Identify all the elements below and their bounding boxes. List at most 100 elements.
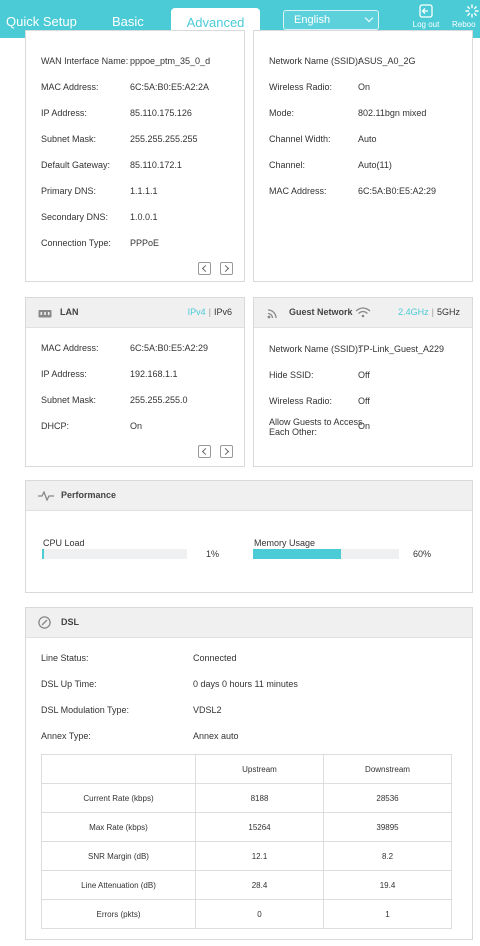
performance-title: Performance [61, 490, 117, 500]
next-page-button[interactable] [220, 445, 233, 458]
cpu-load-fill [42, 549, 44, 559]
table-cell: 0 [195, 899, 324, 929]
table-cell: Line Attenuation (dB) [41, 870, 196, 900]
info-label: Each Other: [269, 427, 318, 437]
prev-page-button[interactable] [198, 262, 211, 275]
next-page-button[interactable] [220, 262, 233, 275]
tab-ipv4[interactable]: IPv4 [188, 307, 206, 317]
cpu-load-value: 1% [206, 549, 220, 559]
table-header-row: Upstream Downstream [41, 754, 452, 784]
table-header [41, 754, 196, 784]
memory-usage-label: Memory Usage [254, 538, 316, 548]
info-label: Network Name (SSID): [269, 56, 361, 66]
table-cell: 39895 [323, 812, 452, 842]
table-cell: SNR Margin (dB) [41, 841, 196, 871]
band-toggle: 2.4GHz | 5GHz [398, 307, 460, 317]
language-value: English [294, 14, 331, 26]
info-value: 255.255.255.255 [130, 134, 198, 144]
cpu-load-bar [42, 549, 187, 559]
logout-icon [419, 4, 433, 18]
info-label: Channel Width: [269, 134, 331, 144]
memory-usage-value: 60% [413, 549, 432, 559]
info-label: MAC Address: [269, 186, 327, 196]
tab-5ghz[interactable]: 5GHz [437, 307, 460, 317]
wifi-icon [355, 307, 371, 318]
info-value: 0 days 0 hours 11 minutes [193, 679, 298, 689]
performance-card-header: Performance [26, 481, 472, 511]
info-label: IP Address: [41, 108, 87, 118]
info-value: On [130, 421, 143, 431]
signal-icon [267, 309, 277, 319]
table-row: Current Rate (kbps) 8188 28536 [41, 783, 452, 813]
dsl-stats-table: Upstream Downstream Current Rate (kbps) … [41, 754, 452, 929]
info-label: Connection Type: [41, 238, 111, 248]
lan-title: LAN [60, 307, 79, 317]
table-cell: 19.4 [323, 870, 452, 900]
info-value: 6C:5A:B0:E5:A2:29 [130, 343, 209, 353]
table-header: Upstream [195, 754, 324, 784]
info-value: On [358, 421, 371, 431]
info-label: Wireless Radio: [269, 82, 333, 92]
logout-label: Log out [412, 20, 440, 29]
info-label: Mode: [269, 108, 295, 118]
info-value: 6C:5A:B0:E5:A2:2A [130, 82, 210, 92]
table-header: Downstream [323, 754, 452, 784]
info-value: pppoe_ptm_35_0_d [130, 56, 211, 66]
table-cell: 12.1 [195, 841, 324, 871]
table-row: SNR Margin (dB) 12.1 8.2 [41, 841, 452, 871]
table-cell: 8.2 [323, 841, 452, 871]
guest-card-header: Guest Network 2.4GHz | 5GHz [254, 298, 472, 328]
table-row: Line Attenuation (dB) 28.4 19.4 [41, 870, 452, 900]
info-label: Network Name (SSID): [269, 344, 361, 354]
cpu-load-label: CPU Load [43, 538, 85, 548]
performance-card: Performance [25, 480, 473, 593]
info-label: Allow Guests to Access [269, 417, 363, 427]
dsl-title: DSL [61, 617, 79, 627]
table-cell: 8188 [195, 783, 324, 813]
reboot-button[interactable]: Reboo [452, 4, 480, 29]
chevron-down-icon [364, 13, 374, 23]
table-cell: 28.4 [195, 870, 324, 900]
info-value: Auto(11) [358, 160, 392, 170]
info-label: DHCP: [41, 421, 70, 431]
info-value: VDSL2 [193, 705, 222, 715]
tab-2-4ghz[interactable]: 2.4GHz [398, 307, 429, 317]
info-label: DSL Up Time: [41, 679, 97, 689]
info-value: 85.110.172.1 [130, 160, 182, 170]
info-label: DSL Modulation Type: [41, 705, 130, 715]
info-label: WAN Interface Name: [41, 56, 129, 66]
table-cell: Current Rate (kbps) [41, 783, 196, 813]
info-value: 85.110.175.126 [130, 108, 192, 118]
dsl-card-header: DSL [26, 608, 472, 638]
info-value: Connected [193, 653, 237, 663]
logout-button[interactable]: Log out [406, 4, 446, 29]
info-label: Line Status: [41, 653, 89, 663]
info-value: 6C:5A:B0:E5:A2:29 [358, 186, 437, 196]
tab-ipv6[interactable]: IPv6 [214, 307, 232, 317]
info-label: Subnet Mask: [41, 134, 97, 144]
info-label: Secondary DNS: [41, 212, 109, 222]
gauge-icon [38, 616, 51, 629]
info-value: Off [358, 396, 370, 406]
reboot-icon [465, 4, 479, 18]
info-value: PPPoE [130, 238, 160, 248]
tab-separator: | [208, 307, 211, 317]
prev-page-button[interactable] [198, 445, 211, 458]
info-label: Channel: [269, 160, 306, 170]
memory-usage-bar [253, 549, 399, 559]
info-value: Off [358, 370, 370, 380]
info-value: TP-Link_Guest_A229 [358, 344, 445, 354]
info-label: Hide SSID: [269, 370, 314, 380]
guest-title: Guest Network [289, 307, 353, 317]
lan-card: LAN IPv4 | IPv6 [25, 297, 245, 467]
info-label: Default Gateway: [41, 160, 111, 170]
table-cell: 15264 [195, 812, 324, 842]
info-label: MAC Address: [41, 82, 99, 92]
language-select[interactable]: English [283, 10, 379, 30]
table-cell: Errors (pkts) [41, 899, 196, 929]
ip-version-toggle: IPv4 | IPv6 [188, 307, 232, 317]
tab-separator: | [431, 307, 434, 317]
info-value: On [358, 82, 371, 92]
info-value: 1.0.0.1 [130, 212, 158, 222]
guest-network-card: Guest Network 2.4GHz | 5GHz [253, 297, 473, 467]
